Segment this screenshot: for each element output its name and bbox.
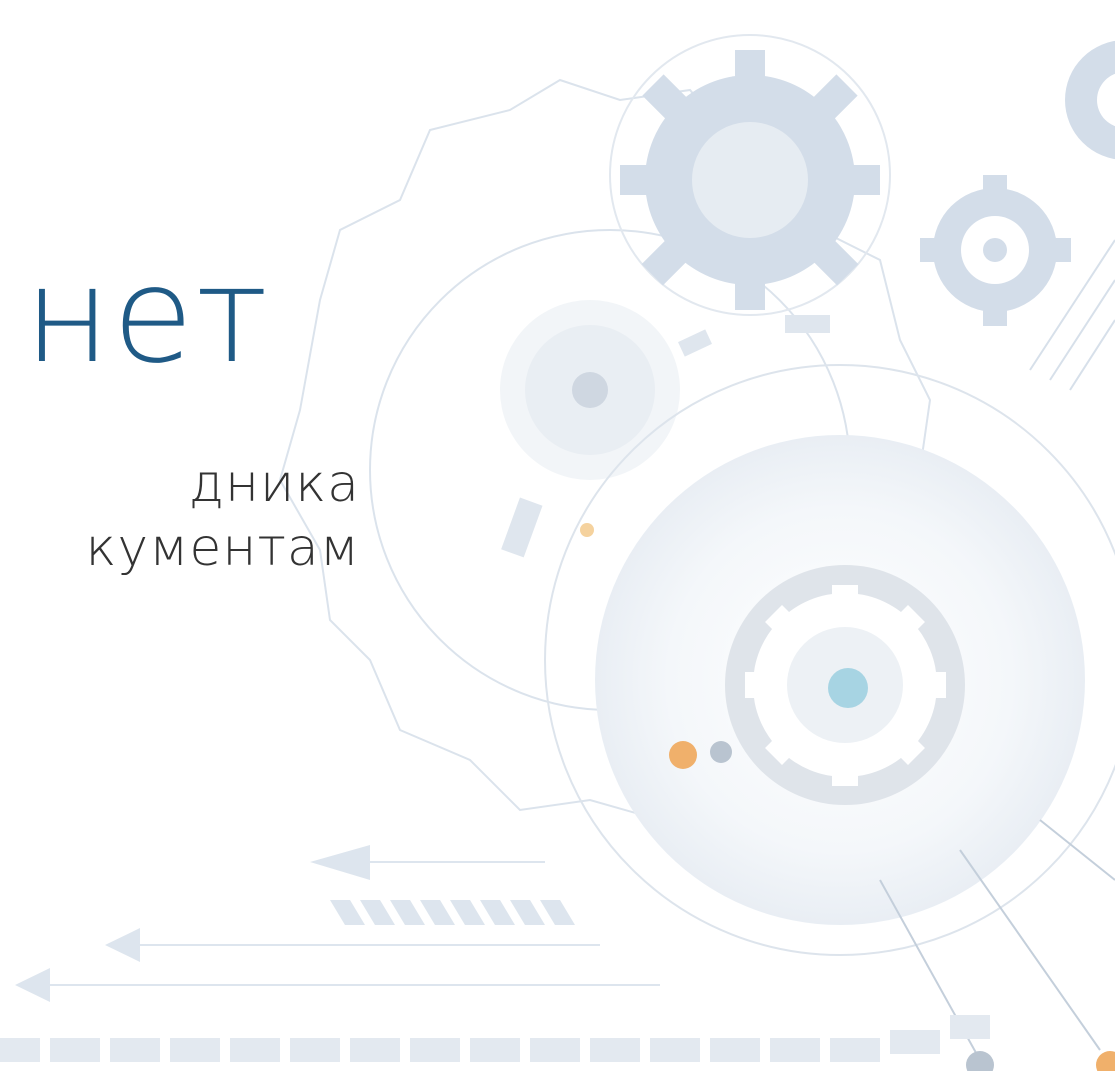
gear-icon [920,175,1071,326]
hatched-bar [330,900,575,925]
arrow-left-icon [105,928,600,962]
gear-icon [500,300,680,480]
gear-icon [544,364,1115,956]
slide-subtitle: дника кументам [0,452,360,580]
subtitle-line: дника [188,454,360,514]
bottom-dashed-bar [0,1015,990,1062]
arrow-left-icon [310,845,545,880]
slide-title: нет [24,250,270,382]
gear-icon [1065,40,1115,160]
subtitle-line: кументам [85,518,360,578]
gear-icon [609,34,891,316]
arrow-left-icon [15,968,660,1002]
